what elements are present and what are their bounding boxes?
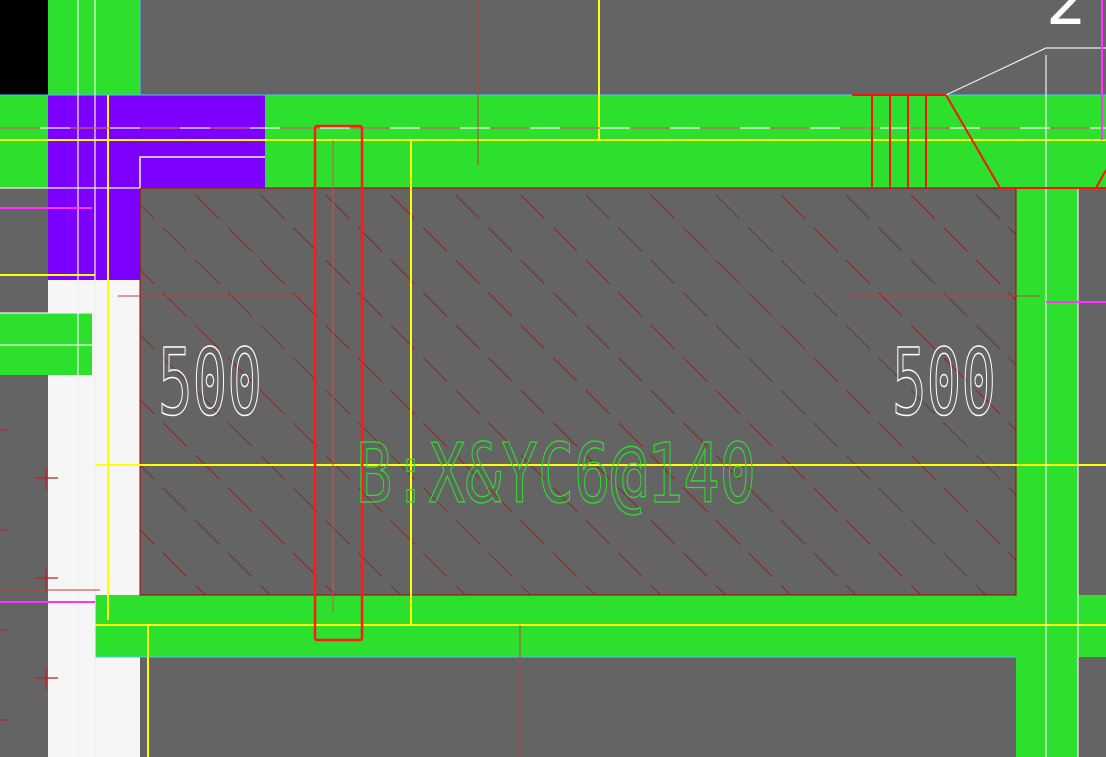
dimension-text-left: 500 bbox=[158, 329, 262, 436]
floor-plan-svg[interactable]: 500 500 B:X&YC6@140 2 bbox=[0, 0, 1106, 757]
wall-segment bbox=[48, 0, 140, 95]
slab-hatch bbox=[140, 188, 1016, 595]
dimension-text-right: 500 bbox=[892, 329, 996, 436]
rebar-annotation: B:X&YC6@140 bbox=[356, 427, 756, 522]
cad-drawing-canvas[interactable]: 500 500 B:X&YC6@140 2 bbox=[0, 0, 1106, 757]
wall-segment bbox=[1016, 188, 1078, 757]
corner-label: 2 bbox=[1046, 0, 1087, 40]
void-area bbox=[0, 0, 48, 95]
